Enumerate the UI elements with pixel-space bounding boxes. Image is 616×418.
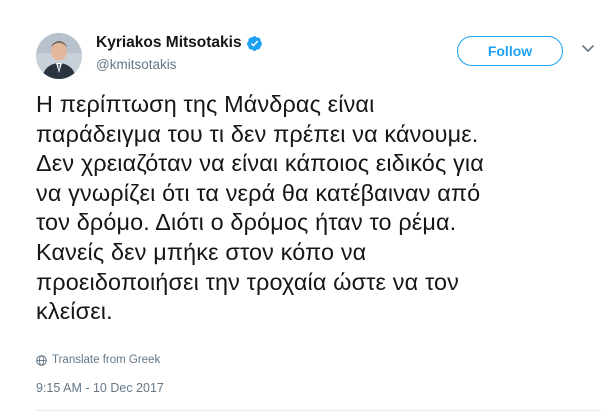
- chevron-down-icon[interactable]: [581, 42, 595, 54]
- tweet-text-line: Η περίπτωση της Μάνδρας είναι: [36, 91, 375, 117]
- tweet-text-line: Κανείς δεν μπήκε στον κόπο να: [36, 238, 367, 265]
- tweet-text: Η περίπτωση της Μάνδρας είναι παράδειγμα…: [36, 90, 601, 327]
- tweet-text-line: παράδειγμα του τι δεν πρέπει να κάνουμε.: [36, 120, 479, 147]
- tweet-card: Kyriakos Mitsotakis @kmitsotakis Follow …: [0, 0, 616, 418]
- translate-label[interactable]: Translate from Greek: [52, 354, 160, 366]
- tweet-text-line: προειδοποιήσει την τροχαία ώστε να τον: [36, 268, 460, 295]
- verified-badge-icon: [246, 35, 263, 52]
- follow-button[interactable]: Follow: [457, 36, 563, 66]
- tweet-text-line: κλείσει.: [36, 298, 113, 325]
- tweet-text-line: τον δρόμο. Διότι ο δρόμος ήταν το ρέμα.: [36, 209, 457, 236]
- tweet-text-line: να γνωρίζει ότι τα νερά θα κατέβαιναν απ…: [36, 179, 481, 206]
- avatar[interactable]: [36, 33, 82, 79]
- author-display-name[interactable]: Kyriakos Mitsotakis: [96, 34, 242, 52]
- tweet-text-line: Δεν χρειαζόταν να είναι κάποιος ειδικός …: [36, 150, 484, 177]
- divider: [36, 410, 601, 411]
- translate-link[interactable]: Translate from Greek: [36, 354, 160, 366]
- author-name-row[interactable]: Kyriakos Mitsotakis: [96, 34, 263, 52]
- tweet-timestamp[interactable]: 9:15 AM - 10 Dec 2017: [36, 381, 164, 395]
- globe-icon: [36, 354, 47, 366]
- author-handle[interactable]: @kmitsotakis: [96, 57, 176, 72]
